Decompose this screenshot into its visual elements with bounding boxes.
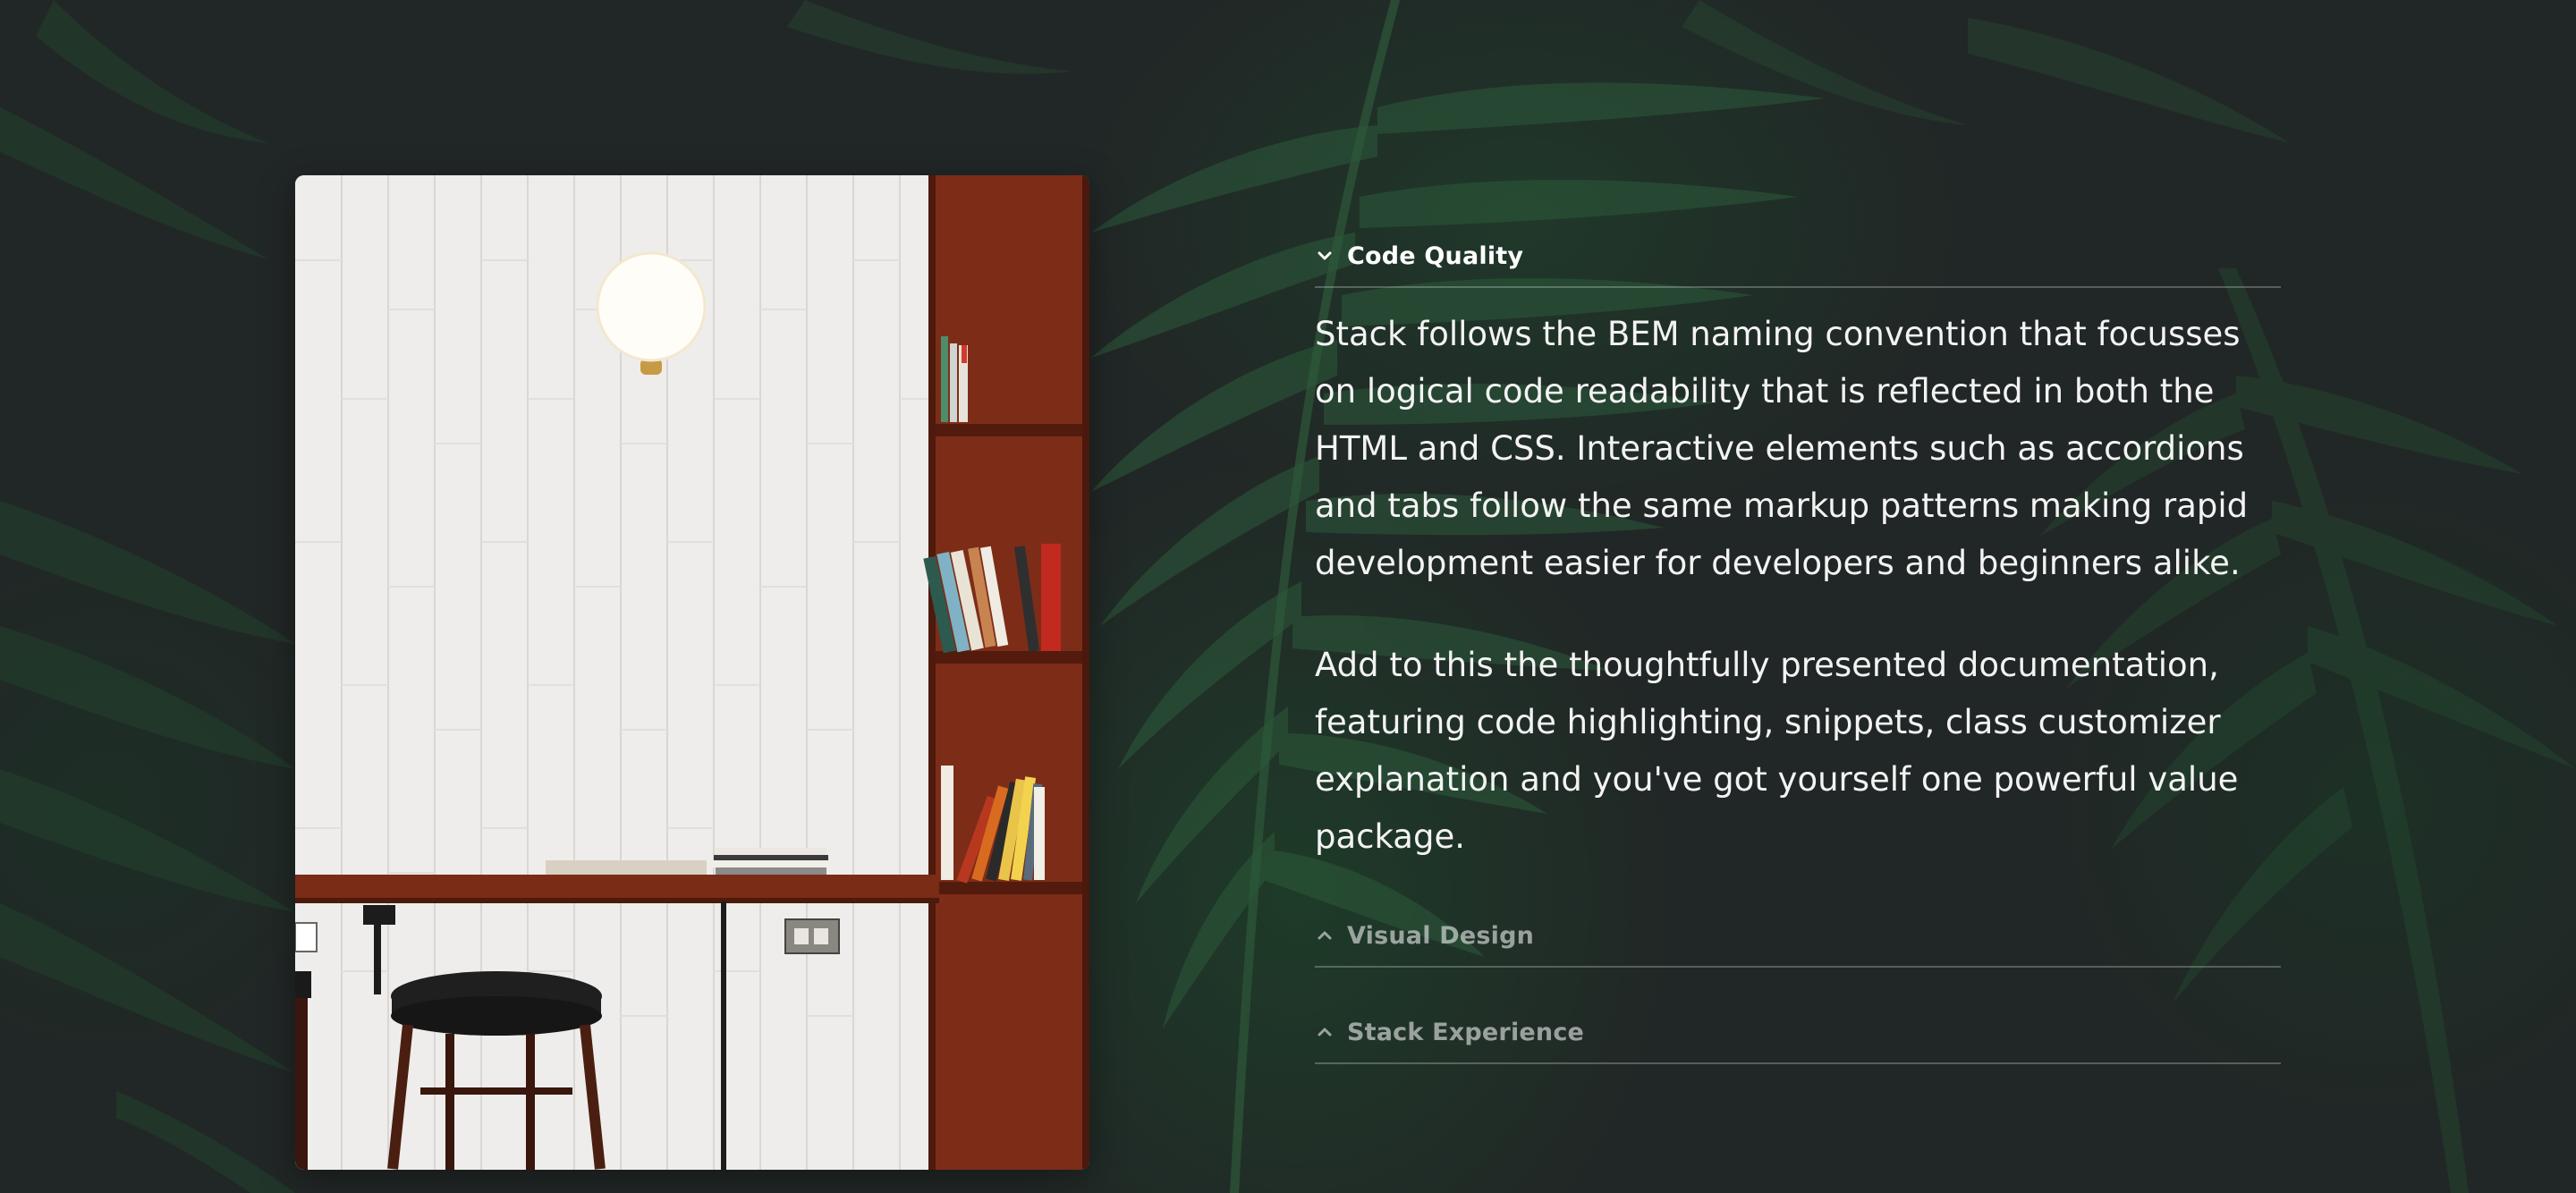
accordion-paragraph: Stack follows the BEM naming convention … xyxy=(1315,315,2249,582)
chevron-up-icon xyxy=(1315,926,1335,945)
chevron-down-icon xyxy=(1315,246,1335,266)
chevron-up-icon xyxy=(1315,1022,1335,1042)
accordion-title: Code Quality xyxy=(1347,241,1524,270)
accordion-item-code-quality: Code Quality Stack follows the BEM namin… xyxy=(1315,234,2281,882)
photo-illustration xyxy=(295,175,1089,1170)
accordion-title: Visual Design xyxy=(1347,921,1535,950)
accordion-content-code-quality: Stack follows the BEM naming convention … xyxy=(1315,288,2281,882)
accordion-header-code-quality[interactable]: Code Quality xyxy=(1315,234,2281,288)
accordion-title: Stack Experience xyxy=(1347,1018,1585,1046)
accordion-item-stack-experience: Stack Experience xyxy=(1315,1011,2281,1064)
accordion-header-stack-experience[interactable]: Stack Experience xyxy=(1315,1011,2281,1064)
feature-accordion: Code Quality Stack follows the BEM namin… xyxy=(1315,234,2281,1064)
cafe-interior-photo xyxy=(295,175,1089,1170)
accordion-header-visual-design[interactable]: Visual Design xyxy=(1315,914,2281,968)
accordion-paragraph: Add to this the thoughtfully presented d… xyxy=(1315,646,2239,856)
accordion-item-visual-design: Visual Design xyxy=(1315,914,2281,968)
